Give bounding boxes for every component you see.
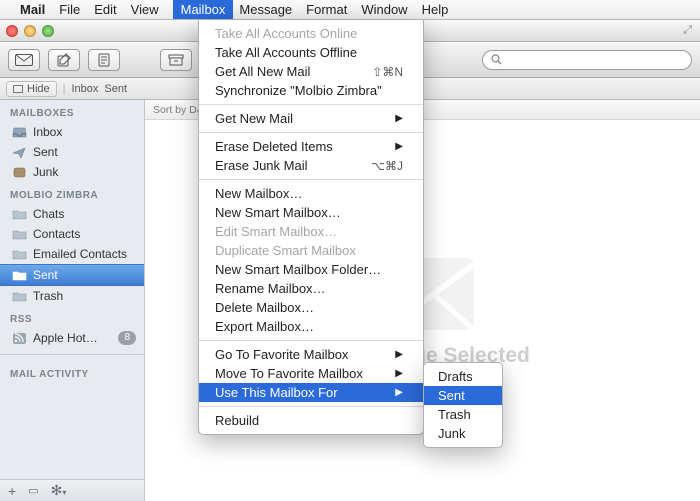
hide-favorites-button[interactable]: Hide <box>6 81 57 97</box>
menu-item[interactable]: Erase Junk Mail⌥⌘J <box>199 156 423 175</box>
junk-icon <box>12 166 27 179</box>
menu-item[interactable]: Use This Mailbox For▶ <box>199 383 423 402</box>
sidebar-junk[interactable]: Junk <box>0 162 144 182</box>
sidebar-rss-apple[interactable]: Apple Hot… 8 <box>0 328 144 348</box>
submenu-item[interactable]: Sent <box>424 386 502 405</box>
sidebar-trash[interactable]: Trash <box>0 286 144 306</box>
menu-item[interactable]: Delete Mailbox… <box>199 298 423 317</box>
submenu-arrow-icon: ▶ <box>371 349 403 360</box>
search-field[interactable] <box>482 50 692 70</box>
section-account-head: MOLBIO ZIMBRA <box>0 182 144 204</box>
sidebar-item-label: Sent <box>33 268 58 282</box>
section-activity-head: MAIL ACTIVITY <box>0 361 144 383</box>
menu-item[interactable]: New Smart Mailbox… <box>199 203 423 222</box>
menu-item[interactable]: Erase Deleted Items▶ <box>199 137 423 156</box>
section-rss-head: RSS <box>0 306 144 328</box>
menu-message[interactable]: Message <box>239 2 292 17</box>
sidebar-inbox[interactable]: Inbox <box>0 122 144 142</box>
use-this-mailbox-submenu: DraftsSentTrashJunk <box>423 362 503 448</box>
menu-item[interactable]: Export Mailbox… <box>199 317 423 336</box>
menu-item[interactable]: New Mailbox… <box>199 184 423 203</box>
menu-item[interactable]: Rebuild <box>199 411 423 430</box>
minimize-button[interactable] <box>24 25 36 37</box>
unread-badge: 8 <box>118 331 136 345</box>
favorite-sent[interactable]: Sent <box>104 83 127 95</box>
get-mail-button[interactable] <box>8 49 40 71</box>
menu-item[interactable]: Move To Favorite Mailbox▶ <box>199 364 423 383</box>
sidebar: MAILBOXES Inbox Sent Junk MOLBIO ZIMBRA … <box>0 100 145 501</box>
folder-icon <box>12 208 27 221</box>
system-menubar: Mail File Edit View Mailbox Message Form… <box>0 0 700 20</box>
fullscreen-icon[interactable]: ⤢ <box>683 24 692 37</box>
add-button[interactable]: + <box>8 483 16 499</box>
compose-button[interactable] <box>48 49 80 71</box>
submenu-arrow-icon: ▶ <box>371 113 403 124</box>
sidebar-item-label: Sent <box>33 145 58 159</box>
sort-label: Sort by Da <box>153 104 203 116</box>
sidebar-sent-folder[interactable]: Sent <box>0 264 144 286</box>
sidebar-footer: + ▭ ✻▾ <box>0 479 144 501</box>
sidebar-emailed-contacts[interactable]: Emailed Contacts <box>0 244 144 264</box>
sidebar-item-label: Inbox <box>33 125 62 139</box>
menu-item: Duplicate Smart Mailbox <box>199 241 423 260</box>
menu-mailbox[interactable]: Mailbox <box>173 0 234 19</box>
sidebar-item-label: Apple Hot… <box>33 331 98 345</box>
archive-button[interactable] <box>160 49 192 71</box>
menu-item: Edit Smart Mailbox… <box>199 222 423 241</box>
sidebar-item-label: Chats <box>33 207 64 221</box>
mailbox-menu: Take All Accounts OnlineTake All Account… <box>198 20 424 435</box>
menu-window[interactable]: Window <box>361 2 407 17</box>
submenu-arrow-icon: ▶ <box>371 368 403 379</box>
mailbox-icon <box>13 85 23 93</box>
folder-icon <box>12 228 27 241</box>
submenu-arrow-icon: ▶ <box>371 141 403 152</box>
menu-edit[interactable]: Edit <box>94 2 116 17</box>
menu-help[interactable]: Help <box>422 2 449 17</box>
folder-icon <box>12 290 27 303</box>
menu-item[interactable]: Go To Favorite Mailbox▶ <box>199 345 423 364</box>
submenu-item[interactable]: Drafts <box>424 367 502 386</box>
sidebar-contacts[interactable]: Contacts <box>0 224 144 244</box>
menu-item[interactable]: Take All Accounts Offline <box>199 43 423 62</box>
section-mailboxes-head: MAILBOXES <box>0 100 144 122</box>
menu-item[interactable]: New Smart Mailbox Folder… <box>199 260 423 279</box>
sidebar-sent[interactable]: Sent <box>0 142 144 162</box>
sidebar-item-label: Trash <box>33 289 63 303</box>
app-name[interactable]: Mail <box>20 2 45 17</box>
sidebar-item-label: Emailed Contacts <box>33 247 127 261</box>
rss-icon <box>12 332 27 345</box>
menu-item[interactable]: Get All New Mail⇧⌘N <box>199 62 423 81</box>
search-icon <box>491 54 502 65</box>
menu-item[interactable]: Rename Mailbox… <box>199 279 423 298</box>
action-menu-button[interactable]: ✻▾ <box>51 482 67 499</box>
sent-icon <box>12 146 27 159</box>
menu-item[interactable]: Synchronize "Molbio Zimbra" <box>199 81 423 100</box>
sidebar-divider <box>0 354 144 355</box>
sidebar-chats[interactable]: Chats <box>0 204 144 224</box>
favorite-inbox[interactable]: Inbox <box>71 83 98 95</box>
folder-icon <box>12 269 27 282</box>
submenu-item[interactable]: Trash <box>424 405 502 424</box>
menu-view[interactable]: View <box>131 2 159 17</box>
menu-file[interactable]: File <box>59 2 80 17</box>
close-button[interactable] <box>6 25 18 37</box>
inbox-icon <box>12 126 27 139</box>
sidebar-item-label: Contacts <box>33 227 80 241</box>
show-button[interactable]: ▭ <box>28 484 38 497</box>
menu-format[interactable]: Format <box>306 2 347 17</box>
sidebar-item-label: Junk <box>33 165 58 179</box>
hide-label: Hide <box>27 83 50 95</box>
menu-item[interactable]: Get New Mail▶ <box>199 109 423 128</box>
search-input[interactable] <box>506 54 683 66</box>
note-button[interactable] <box>88 49 120 71</box>
folder-icon <box>12 248 27 261</box>
submenu-item[interactable]: Junk <box>424 424 502 443</box>
zoom-button[interactable] <box>42 25 54 37</box>
submenu-arrow-icon: ▶ <box>371 387 403 398</box>
menu-item: Take All Accounts Online <box>199 24 423 43</box>
